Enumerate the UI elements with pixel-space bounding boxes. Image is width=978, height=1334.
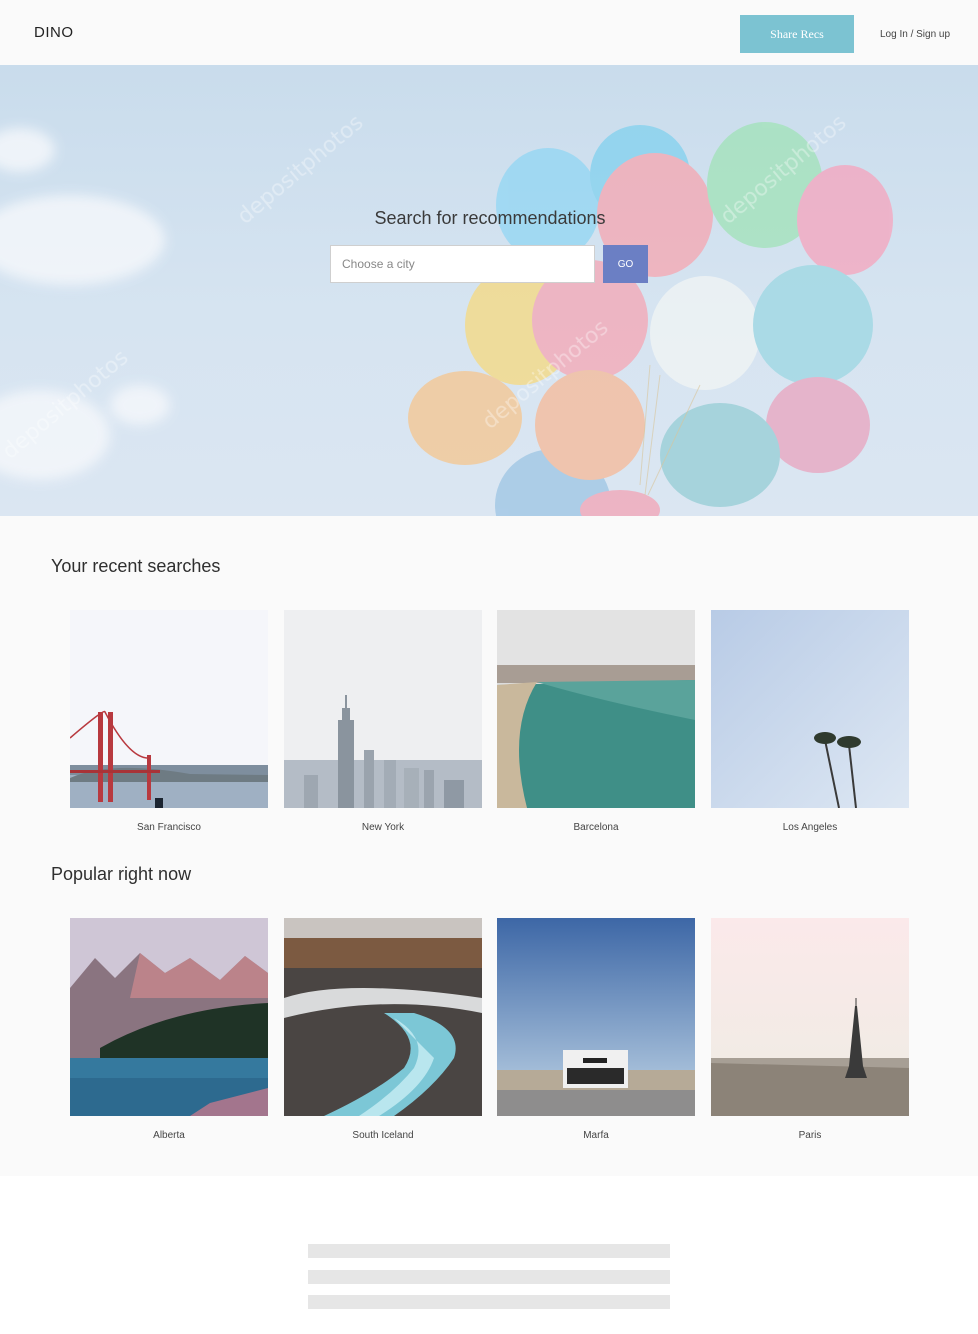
recent-searches-title: Your recent searches [51, 556, 221, 576]
placeholder-bar [308, 1244, 670, 1258]
login-signup-link[interactable]: Log In / Sign up [880, 29, 950, 40]
city-card-san-francisco[interactable]: San Francisco [70, 610, 268, 833]
share-recs-button[interactable]: Share Recs [740, 15, 854, 53]
balloons-background-image: depositphotos depositphotos depositphoto… [0, 110, 893, 516]
placeholder-bar [308, 1270, 670, 1284]
city-card-marfa[interactable]: Marfa [497, 918, 695, 1141]
city-sections: Your recent searches San Francisco New Y… [0, 516, 978, 1176]
city-name: Paris [798, 1130, 822, 1141]
eiffel-tower-photo [711, 918, 909, 1116]
city-name: Barcelona [573, 822, 619, 833]
skyline-photo [284, 610, 482, 808]
city-name: South Iceland [352, 1130, 414, 1141]
hero-banner: depositphotos depositphotos depositphoto… [0, 65, 978, 516]
city-card-los-angeles[interactable]: Los Angeles [711, 610, 909, 833]
city-card-alberta[interactable]: Alberta [70, 918, 268, 1141]
waterfall-photo [284, 918, 482, 1116]
city-name: New York [361, 822, 405, 833]
city-card-barcelona[interactable]: Barcelona [497, 610, 695, 833]
city-name: San Francisco [137, 822, 201, 833]
app-logo[interactable]: DINO [34, 24, 74, 41]
city-card-south-iceland[interactable]: South Iceland [284, 918, 482, 1141]
placeholder-bar [308, 1295, 670, 1309]
mountain-lake-photo [70, 918, 268, 1116]
popular-now-title: Popular right now [51, 864, 192, 884]
city-search-input[interactable] [330, 245, 595, 283]
palm-trees-photo [711, 610, 909, 808]
city-name: Marfa [583, 1130, 609, 1141]
golden-gate-photo [70, 610, 268, 808]
city-name: Alberta [153, 1130, 185, 1141]
hero-title: Search for recommendations [374, 208, 606, 228]
city-name: Los Angeles [782, 822, 838, 833]
city-card-paris[interactable]: Paris [711, 918, 909, 1141]
go-button[interactable]: GO [603, 245, 648, 283]
city-card-new-york[interactable]: New York [284, 610, 482, 833]
top-navbar: DINO Share Recs Log In / Sign up [0, 0, 978, 65]
footer-placeholder [0, 1176, 978, 1334]
desert-store-photo [497, 918, 695, 1116]
beach-photo [497, 610, 695, 808]
